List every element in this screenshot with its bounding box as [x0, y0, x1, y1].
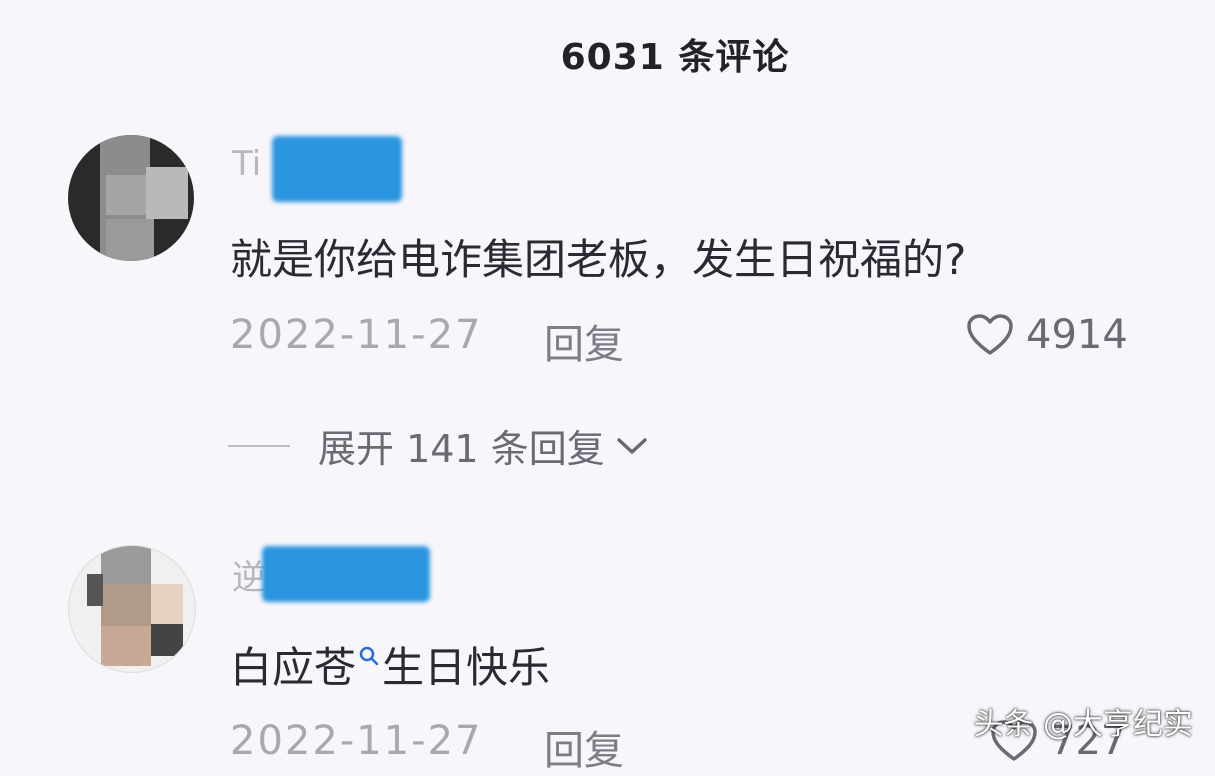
chevron-down-icon	[615, 435, 649, 457]
comment-date: 2022-11-27	[230, 718, 483, 764]
like-button[interactable]: 4914	[966, 312, 1128, 358]
reply-button[interactable]: 回复	[544, 718, 624, 776]
comment-count-title: 6031 条评论	[560, 37, 790, 78]
comment-text: 就是你给电诈集团老板，发生日祝福的?	[230, 235, 967, 284]
heart-icon	[966, 313, 1014, 357]
username-text[interactable]: Ti	[232, 144, 261, 184]
avatar-mosaic	[101, 626, 151, 666]
watermark: 头条 @大亨纪实	[973, 707, 1193, 742]
search-hint-icon[interactable]	[358, 628, 380, 677]
avatar-mosaic	[151, 624, 183, 656]
avatar[interactable]	[68, 135, 194, 261]
comment-date: 2022-11-27	[230, 312, 483, 358]
avatar-mosaic	[151, 584, 183, 624]
comment-text: 白应苍 生日快乐	[230, 628, 550, 695]
expand-replies-button[interactable]: 展开 141 条回复	[228, 418, 649, 473]
expand-replies-label: 展开 141 条回复	[318, 427, 605, 471]
reply-button[interactable]: 回复	[544, 312, 624, 370]
username-text[interactable]: 逆	[232, 550, 266, 599]
avatar-mosaic	[106, 219, 154, 261]
avatar-mosaic	[106, 175, 146, 215]
avatar-mosaic	[87, 574, 103, 606]
comment-text-rest: 生日快乐	[382, 643, 551, 692]
like-count: 4914	[1026, 312, 1128, 358]
divider-line	[228, 444, 290, 447]
username-redaction	[272, 136, 402, 202]
avatar-mosaic	[146, 167, 188, 219]
avatar-mosaic	[101, 546, 151, 584]
mention-text[interactable]: 白应苍	[230, 643, 356, 692]
avatar-mosaic	[101, 584, 151, 626]
avatar[interactable]	[68, 545, 196, 673]
username-redaction	[262, 546, 430, 602]
